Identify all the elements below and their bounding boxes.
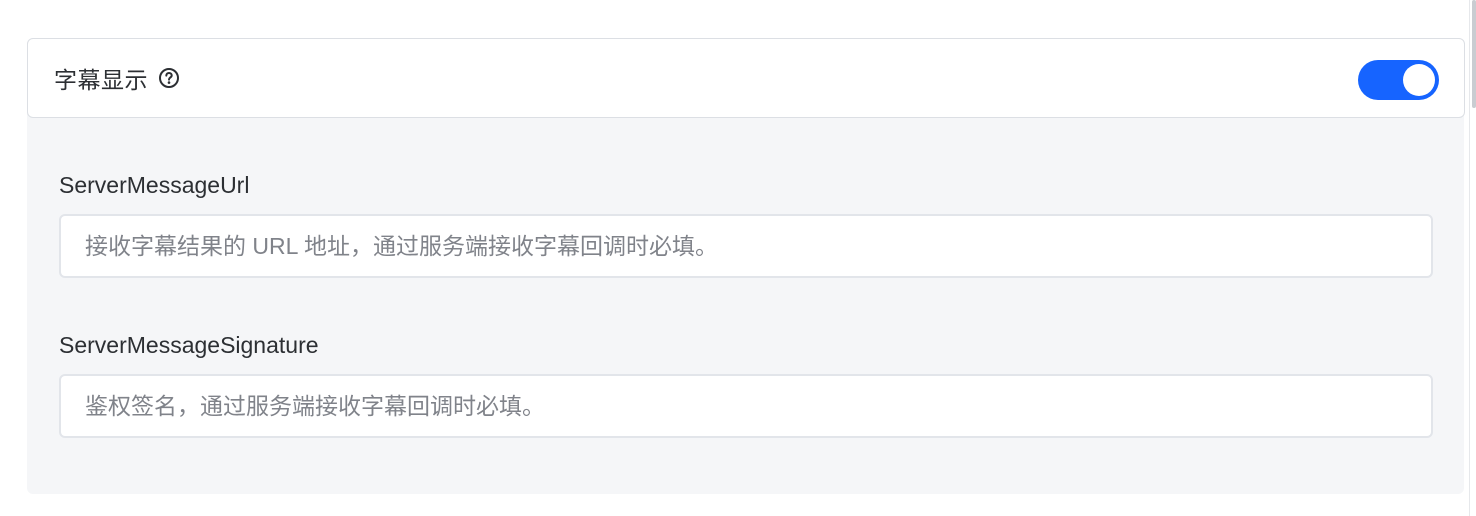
scrollbar[interactable]: [1469, 0, 1476, 516]
server-message-url-label: ServerMessageUrl: [59, 172, 250, 198]
subtitle-display-header: 字幕显示: [27, 38, 1465, 118]
server-message-url-input[interactable]: [59, 214, 1433, 278]
question-circle-icon[interactable]: [158, 67, 180, 89]
section-title: 字幕显示: [54, 67, 148, 93]
server-message-signature-input[interactable]: [59, 374, 1433, 438]
server-message-signature-label: ServerMessageSignature: [59, 332, 319, 358]
toggle-knob: [1403, 64, 1435, 96]
page: 字幕显示 ServerMessageUrl ServerMessageSigna…: [0, 0, 1476, 516]
subtitle-settings-card: 字幕显示 ServerMessageUrl ServerMessageSigna…: [27, 38, 1465, 494]
subtitle-display-toggle[interactable]: [1358, 60, 1439, 100]
scrollbar-thumb[interactable]: [1472, 0, 1476, 108]
